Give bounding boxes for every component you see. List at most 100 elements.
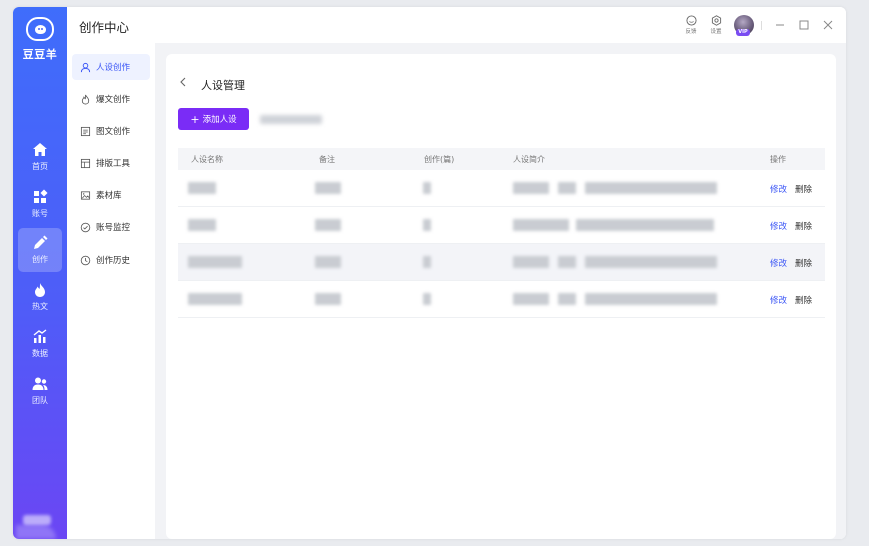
column-header-note: 备注 — [319, 155, 335, 164]
app-window: 豆豆羊 首页 账号 创作 热文 数据 团队 创作中心 反馈 设置 VIP 人设创… — [13, 7, 846, 539]
nav-item-create[interactable]: 创作 — [18, 228, 62, 272]
cell-note-blurred — [315, 256, 341, 268]
cell-intro-blurred — [513, 182, 549, 194]
cell-intro-blurred — [513, 256, 549, 268]
settings-button[interactable]: 设置 — [706, 15, 726, 35]
cell-name-blurred — [188, 219, 216, 231]
delete-link[interactable]: 删除 — [795, 183, 812, 195]
subnav-item-persona[interactable]: 人设创作 — [72, 54, 150, 80]
nav-item-team[interactable]: 团队 — [18, 369, 62, 413]
cell-count-blurred — [423, 293, 431, 305]
nav-item-label: 数据 — [32, 349, 48, 358]
cell-name-blurred — [188, 182, 216, 194]
subnav-label: 图文创作 — [96, 127, 131, 137]
table-row: 修改 删除 — [178, 281, 825, 318]
subnav-label: 创作历史 — [96, 256, 131, 266]
main-nav: 豆豆羊 首页 账号 创作 热文 数据 团队 — [13, 7, 67, 539]
blurred-info — [260, 115, 322, 124]
subnav-item-layout[interactable]: 排版工具 — [72, 150, 150, 176]
header-title: 创作中心 — [79, 20, 130, 35]
nav-item-home[interactable]: 首页 — [18, 135, 62, 179]
pen-icon — [34, 235, 48, 249]
column-header-count: 创作(篇) — [424, 155, 455, 164]
page-title: 人设管理 — [201, 79, 245, 92]
team-icon — [32, 377, 48, 390]
user-info-blurred[interactable] — [16, 525, 56, 539]
user-icon — [80, 62, 91, 72]
document-icon — [80, 126, 91, 136]
smile-icon — [685, 15, 697, 26]
edit-link[interactable]: 修改 — [770, 220, 787, 232]
nav-item-hot[interactable]: 热文 — [18, 275, 62, 319]
grid-icon — [34, 189, 48, 203]
column-header-name: 人设名称 — [191, 155, 223, 164]
column-header-intro: 人设简介 — [513, 155, 545, 164]
edit-link[interactable]: 修改 — [770, 183, 787, 195]
subnav-label: 账号监控 — [96, 223, 131, 233]
cell-intro-blurred — [513, 293, 549, 305]
delete-link[interactable]: 删除 — [795, 220, 812, 232]
nav-item-label: 账号 — [32, 209, 48, 218]
chart-icon — [33, 329, 47, 343]
cell-note-blurred — [315, 293, 341, 305]
settings-label: 设置 — [710, 29, 722, 35]
table-row: 修改 删除 — [178, 207, 825, 244]
nav-item-data[interactable]: 数据 — [18, 322, 62, 366]
delete-link[interactable]: 删除 — [795, 294, 812, 306]
feedback-label: 反馈 — [685, 29, 697, 35]
cell-note-blurred — [315, 219, 341, 231]
cell-intro-blurred — [585, 256, 717, 268]
persona-table: 人设名称 备注 创作(篇) 人设简介 操作 修改 删除 修改 删除 修改 删除 … — [178, 148, 825, 318]
edit-link[interactable]: 修改 — [770, 257, 787, 269]
sheep-logo-icon — [26, 17, 54, 41]
vip-badge: VIP — [736, 29, 750, 36]
add-persona-button[interactable]: + 添加人设 — [178, 108, 249, 130]
nav-item-label: 创作 — [32, 255, 48, 264]
minimize-button[interactable] — [773, 18, 787, 32]
fire-outline-icon — [81, 94, 90, 104]
subnav-item-history[interactable]: 创作历史 — [72, 247, 150, 273]
minimize-icon — [776, 24, 784, 26]
close-icon — [823, 20, 833, 30]
subnav-label: 排版工具 — [96, 159, 131, 169]
cell-name-blurred — [188, 293, 242, 305]
image-icon — [80, 190, 91, 200]
header-divider — [761, 21, 762, 30]
table-header: 人设名称 备注 创作(篇) 人设简介 操作 — [178, 148, 825, 170]
subnav-item-viral[interactable]: 爆文创作 — [72, 86, 150, 112]
layout-icon — [80, 158, 91, 168]
subnav-label: 素材库 — [96, 191, 122, 201]
maximize-button[interactable] — [797, 18, 811, 32]
nav-item-account[interactable]: 账号 — [18, 182, 62, 226]
subnav-item-graphic[interactable]: 图文创作 — [72, 118, 150, 144]
subnav-label: 人设创作 — [96, 63, 131, 73]
close-button[interactable] — [821, 18, 835, 32]
cell-name-blurred — [188, 256, 242, 268]
edit-link[interactable]: 修改 — [770, 294, 787, 306]
nav-item-label: 热文 — [32, 302, 48, 311]
cell-count-blurred — [423, 182, 431, 194]
cell-note-blurred — [315, 182, 341, 194]
feedback-button[interactable]: 反馈 — [681, 15, 701, 35]
settings-icon — [711, 15, 721, 26]
user-name-blurred — [23, 515, 51, 525]
subnav-label: 爆文创作 — [96, 95, 131, 105]
back-arrow-icon[interactable] — [178, 76, 188, 88]
cell-intro-blurred — [585, 293, 717, 305]
top-header: 创作中心 反馈 设置 VIP — [67, 7, 846, 43]
plus-icon: + — [190, 112, 200, 126]
cell-intro-blurred — [513, 219, 569, 231]
home-icon — [33, 143, 47, 156]
cell-intro-blurred — [558, 182, 576, 194]
table-row: 修改 删除 — [178, 244, 825, 281]
check-circle-icon — [80, 222, 91, 232]
delete-link[interactable]: 删除 — [795, 257, 812, 269]
maximize-icon — [799, 20, 809, 30]
subnav-item-monitor[interactable]: 账号监控 — [72, 214, 150, 240]
subnav-item-materials[interactable]: 素材库 — [72, 182, 150, 208]
persona-management-card: 人设管理 + 添加人设 人设名称 备注 创作(篇) 人设简介 操作 修改 删除 … — [166, 54, 836, 539]
add-persona-label: 添加人设 — [202, 115, 237, 125]
clock-icon — [80, 255, 91, 265]
table-row: 修改 删除 — [178, 170, 825, 207]
cell-count-blurred — [423, 219, 431, 231]
